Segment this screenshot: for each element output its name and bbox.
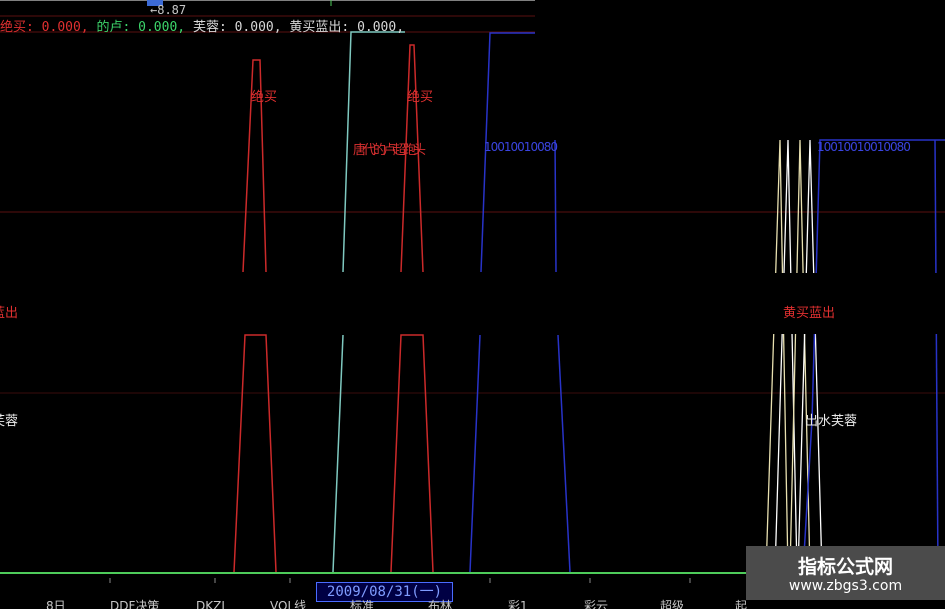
annotation-blue-values: 10010010080 <box>484 140 558 154</box>
watermark-badge: 指标公式网 www.zbgs3.com <box>746 546 945 600</box>
annotation-huang-mai-lan-chu: 黄买蓝出 <box>783 306 836 321</box>
annotation-jue-mai: 绝买 <box>407 90 434 105</box>
cyan-line-lower <box>332 334 344 573</box>
tab-8ri[interactable]: 8日 <box>46 600 66 609</box>
annotation-lan-chu: 蓝出 <box>0 306 19 321</box>
tab-chaoji[interactable]: 超级 <box>660 600 684 609</box>
blue-line-lower-2 <box>557 334 571 573</box>
indicator-legend: 绝买: 0.000, 的卢: 0.000, 芙蓉: 0.000, 黄买蓝出: 0… <box>0 16 405 35</box>
tab-qi[interactable]: 起 <box>735 600 747 609</box>
blue-line-lower <box>469 334 481 573</box>
tab-ddf[interactable]: DDF决策 <box>110 600 159 609</box>
blue-line <box>554 139 557 273</box>
red-spike-lower-2 <box>390 334 434 573</box>
blue-line-right <box>934 139 939 573</box>
price-reference: ←8.87 <box>150 3 187 17</box>
indicator-chart-window: ←8.87 绝买: 0.000, 的卢: 0.000, 芙蓉: 0.000, 黄… <box>0 0 945 609</box>
annotation-jue-mai: 绝买 <box>251 90 278 105</box>
annotation-blue-values: 10010010010080 <box>817 140 911 154</box>
watermark-url: www.zbgs3.com <box>788 578 903 594</box>
blue-plateau-right <box>802 139 945 573</box>
legend-huang-mai-value: : 0.000, <box>341 20 405 35</box>
annotation-fu-rong: 芙蓉 <box>0 414 19 429</box>
legend-di-lu-value: : 0.000, <box>122 20 193 35</box>
legend-huang-mai-label: 黄买蓝出 <box>289 20 342 35</box>
tab-caiyun[interactable]: 彩云 <box>584 600 608 609</box>
tab-vol[interactable]: VOL线 <box>270 600 306 609</box>
annotation-chu-shui-fu-rong: 出水芙蓉 <box>805 414 858 429</box>
tab-cai1[interactable]: 彩1 <box>508 600 528 609</box>
legend-di-lu-label: 的卢 <box>96 20 123 35</box>
watermark-title: 指标公式网 <box>797 556 893 578</box>
tab-standard[interactable]: 标准 <box>350 600 374 609</box>
red-spike-lower <box>233 334 277 573</box>
legend-jue-mai-value: : 0.000, <box>26 20 97 35</box>
legend-fu-rong-value: : 0.000, <box>218 20 290 35</box>
legend-jue-mai-label: 绝买 <box>0 20 27 35</box>
annotation-mixed: 唐代的卢超跑头 <box>353 143 426 158</box>
legend-fu-rong-label: 芙蓉 <box>192 20 219 35</box>
tab-dkzj[interactable]: DKZJ <box>196 600 225 609</box>
red-spike-upper-2 <box>400 44 424 273</box>
tab-bollinger[interactable]: 布林 <box>428 600 452 609</box>
indicator-tab-bar: 8日 DDF决策 DKZJ VOL线 标准 布林 彩1 彩云 超级 起 <box>0 600 945 609</box>
